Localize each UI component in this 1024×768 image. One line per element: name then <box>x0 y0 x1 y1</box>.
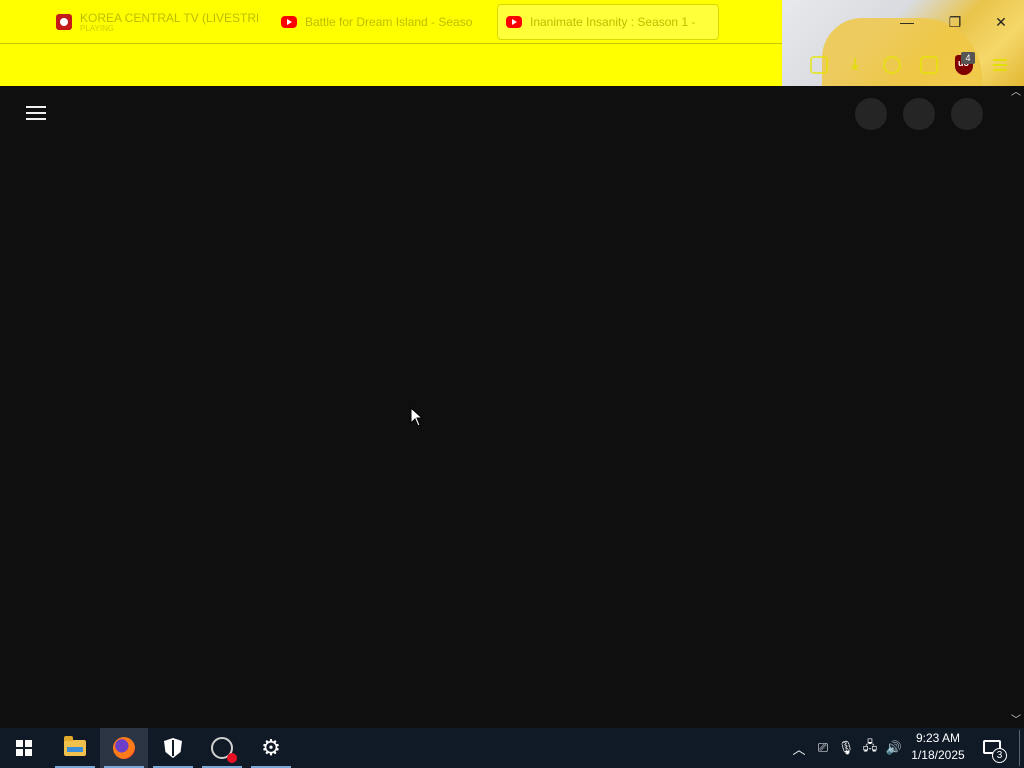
obs-icon <box>211 737 237 763</box>
network-icon: 🖧 <box>862 738 878 753</box>
close-window-button[interactable]: ✕ <box>978 0 1024 44</box>
meet-now-icon: ⎚ <box>817 740 829 755</box>
notification-count-badge: 3 <box>992 748 1007 763</box>
tab-playing-label: PLAYING <box>80 24 115 33</box>
tab-title: Inanimate Insanity : Season 1 - <box>530 15 696 29</box>
tab-battle-for-dream-island[interactable]: Battle for Dream Island - Seaso <box>273 4 473 40</box>
browser-chrome: KOREA CENTRAL TV (LIVESTRE PLAYING Battl… <box>0 0 1024 98</box>
show-hidden-icons-button[interactable]: ︿ <box>788 728 810 768</box>
extensions-button[interactable] <box>911 44 947 86</box>
minimize-button[interactable]: — <box>884 0 930 44</box>
security-icon <box>164 738 182 758</box>
microphone-icon: 🎙 <box>837 740 855 755</box>
youtube-icon <box>281 16 297 28</box>
minimize-icon: — <box>900 14 914 30</box>
file-explorer-icon <box>64 736 86 756</box>
page-scrollbar[interactable]: ︿ ﹀ <box>1008 86 1024 728</box>
youtube-icon <box>506 16 522 28</box>
taskbar-clock[interactable]: 9:23 AM 1/18/2025 <box>906 730 970 766</box>
restore-icon: ❐ <box>948 13 962 30</box>
windows-start-icon <box>16 740 32 756</box>
navigation-toolbar <box>0 44 782 86</box>
app-menu-button[interactable] <box>982 44 1018 86</box>
skeleton-avatar <box>951 98 983 130</box>
show-desktop-button[interactable] <box>1019 730 1020 766</box>
clock-time: 9:23 AM <box>915 731 961 745</box>
account-icon <box>883 56 901 74</box>
chevron-up-icon: ︿ <box>792 741 806 757</box>
kcna-icon <box>56 14 72 30</box>
tab-label: KOREA CENTRAL TV (LIVESTRE PLAYING <box>80 11 258 33</box>
tab-korea-central-tv[interactable]: KOREA CENTRAL TV (LIVESTRE PLAYING <box>48 4 258 40</box>
ublock-button[interactable] <box>946 44 982 86</box>
taskbar-obs[interactable] <box>198 728 246 768</box>
maximize-button[interactable]: ❐ <box>932 0 978 44</box>
page-content: ︿ ﹀ <box>0 86 1024 728</box>
microphone-button[interactable]: 🎙 <box>836 728 856 768</box>
download-icon: ⤓ <box>851 56 859 73</box>
hamburger-line <box>26 118 46 120</box>
guide-menu-button[interactable] <box>26 106 46 120</box>
network-button[interactable]: 🖧 <box>859 728 881 768</box>
hamburger-line <box>26 112 46 114</box>
clock-date: 1/18/2025 <box>911 748 965 762</box>
downloads-button[interactable]: ⤓ <box>837 44 873 86</box>
meet-now-button[interactable]: ⎚ <box>812 728 834 768</box>
action-center-button[interactable]: 3 <box>980 734 1008 764</box>
start-button[interactable] <box>0 728 48 768</box>
tab-title: Battle for Dream Island - Seaso <box>305 15 473 29</box>
chevron-up-icon[interactable]: ︿ <box>1011 88 1021 98</box>
extensions-icon <box>920 56 938 74</box>
tab-title: KOREA CENTRAL TV (LIVESTRE <box>80 11 258 25</box>
taskbar-file-explorer[interactable] <box>51 728 99 768</box>
taskbar-firefox[interactable] <box>100 728 148 768</box>
account-button[interactable] <box>874 44 910 86</box>
skeleton-button <box>903 98 935 130</box>
tab-label: Inanimate Insanity : Season 1 - <box>530 15 695 29</box>
hamburger-line <box>26 106 46 108</box>
volume-icon: 🔊 <box>885 740 903 755</box>
tab-label: Battle for Dream Island - Seaso <box>305 15 472 29</box>
pocket-icon <box>810 56 828 74</box>
close-icon: ✕ <box>995 13 1007 30</box>
taskbar-settings[interactable]: ⚙ <box>247 728 295 768</box>
menu-icon <box>993 59 1007 71</box>
cursor-icon <box>410 407 424 427</box>
chevron-down-icon[interactable]: ﹀ <box>1011 716 1021 726</box>
firefox-icon <box>113 737 135 759</box>
tab-bar: KOREA CENTRAL TV (LIVESTRE PLAYING Battl… <box>0 0 782 44</box>
skeleton-button <box>855 98 887 130</box>
volume-button[interactable]: 🔊 <box>883 728 905 768</box>
tab-inanimate-insanity[interactable]: Inanimate Insanity : Season 1 - <box>497 4 719 40</box>
taskbar-windows-security[interactable] <box>149 728 197 768</box>
settings-icon: ⚙ <box>261 735 281 760</box>
ublock-count-badge: 4 <box>961 52 975 64</box>
pocket-button[interactable] <box>801 44 837 86</box>
